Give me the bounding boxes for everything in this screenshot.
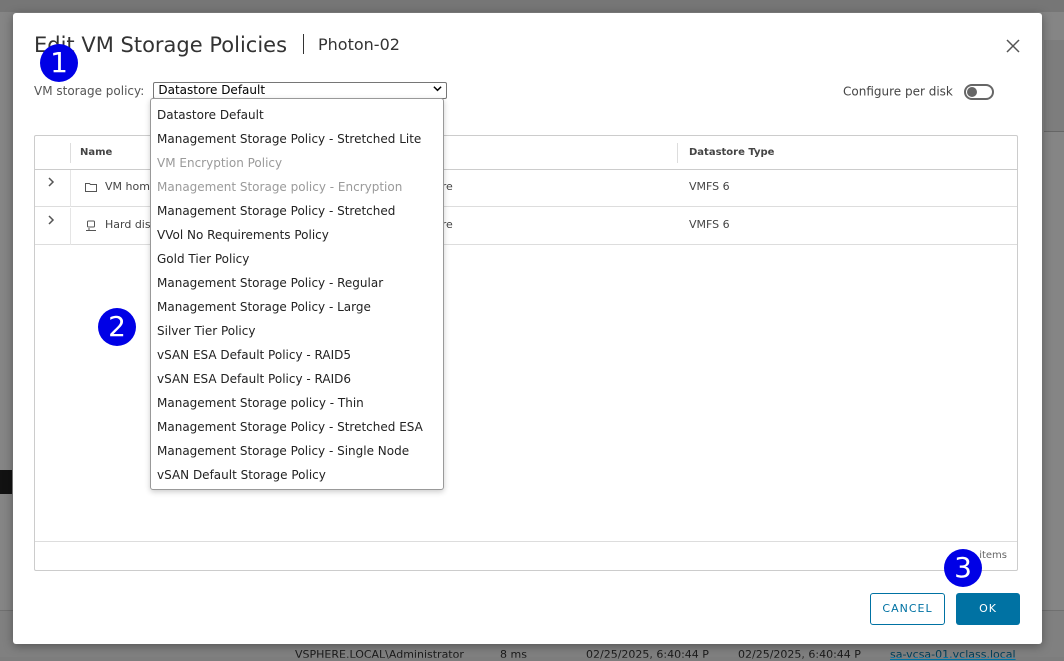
dropdown-option[interactable]: Gold Tier Policy [151, 247, 443, 271]
disk-icon [85, 220, 97, 235]
dropdown-option[interactable]: vSAN Default Storage Policy [151, 463, 443, 487]
dropdown-option[interactable]: Management Storage Policy - Large [151, 295, 443, 319]
configure-per-disk-row: Configure per disk [843, 81, 994, 100]
cancel-button[interactable]: CANCEL [870, 593, 945, 625]
dropdown-option[interactable]: Management Storage Policy - Regular [151, 271, 443, 295]
row-name: Hard dis [105, 218, 151, 231]
dropdown-option[interactable]: Management Storage Policy - Stretched ES… [151, 415, 443, 439]
chevron-right-icon[interactable] [47, 176, 55, 191]
step-marker-3: 3 [944, 549, 982, 587]
dialog-title: Edit VM Storage PoliciesPhoton-02 [34, 33, 400, 57]
close-icon[interactable] [1003, 38, 1023, 58]
header-divider [677, 143, 678, 163]
dropdown-option[interactable]: Management Storage Policy - Stretched [151, 199, 443, 223]
dropdown-option[interactable]: VVol No Requirements Policy [151, 223, 443, 247]
step-marker-1: 1 [40, 44, 78, 82]
dropdown-option: Management Storage policy - Encryption [151, 175, 443, 199]
row-datastore-type: VMFS 6 [689, 218, 730, 231]
configure-per-disk-label: Configure per disk [843, 85, 953, 99]
ok-button[interactable]: OK [956, 593, 1020, 625]
vm-storage-policy-row: VM storage policy: Datastore Default [34, 80, 447, 98]
toggle-knob [967, 87, 977, 97]
folder-icon [85, 182, 97, 195]
chevron-down-icon [433, 83, 442, 98]
dropdown-option[interactable]: vSAN ESA Default Policy - RAID5 [151, 343, 443, 367]
header-divider [70, 143, 71, 163]
storage-policy-dropdown-list: Datastore DefaultManagement Storage Poli… [150, 98, 444, 490]
dropdown-option: VM Encryption Policy [151, 151, 443, 175]
dialog-subtitle: Photon-02 [318, 35, 400, 54]
grid-footer: items [35, 541, 1017, 571]
row-divider [70, 170, 71, 207]
selected-policy-value: Datastore Default [158, 83, 265, 97]
vm-storage-policy-label: VM storage policy: [34, 84, 144, 98]
dropdown-option[interactable]: Datastore Default [151, 103, 443, 127]
row-name: VM hom [105, 180, 150, 193]
dropdown-option[interactable]: Management Storage Policy - Stretched Li… [151, 127, 443, 151]
row-divider [70, 208, 71, 245]
configure-per-disk-toggle[interactable] [964, 84, 994, 100]
items-count: items [979, 550, 1007, 561]
chevron-right-icon[interactable] [47, 214, 55, 229]
dropdown-option[interactable]: vSAN ESA Default Policy - RAID6 [151, 367, 443, 391]
row-datastore-type: VMFS 6 [689, 180, 730, 193]
vm-storage-policy-select[interactable]: Datastore Default [153, 82, 447, 99]
dropdown-option[interactable]: Management Storage Policy - Single Node [151, 439, 443, 463]
step-marker-2: 2 [98, 308, 136, 346]
dropdown-option[interactable]: Silver Tier Policy [151, 319, 443, 343]
column-header-datastore-type[interactable]: Datastore Type [689, 136, 774, 170]
title-separator [303, 34, 304, 54]
dropdown-option[interactable]: Management Storage policy - Thin [151, 391, 443, 415]
column-header-name[interactable]: Name [80, 136, 112, 170]
